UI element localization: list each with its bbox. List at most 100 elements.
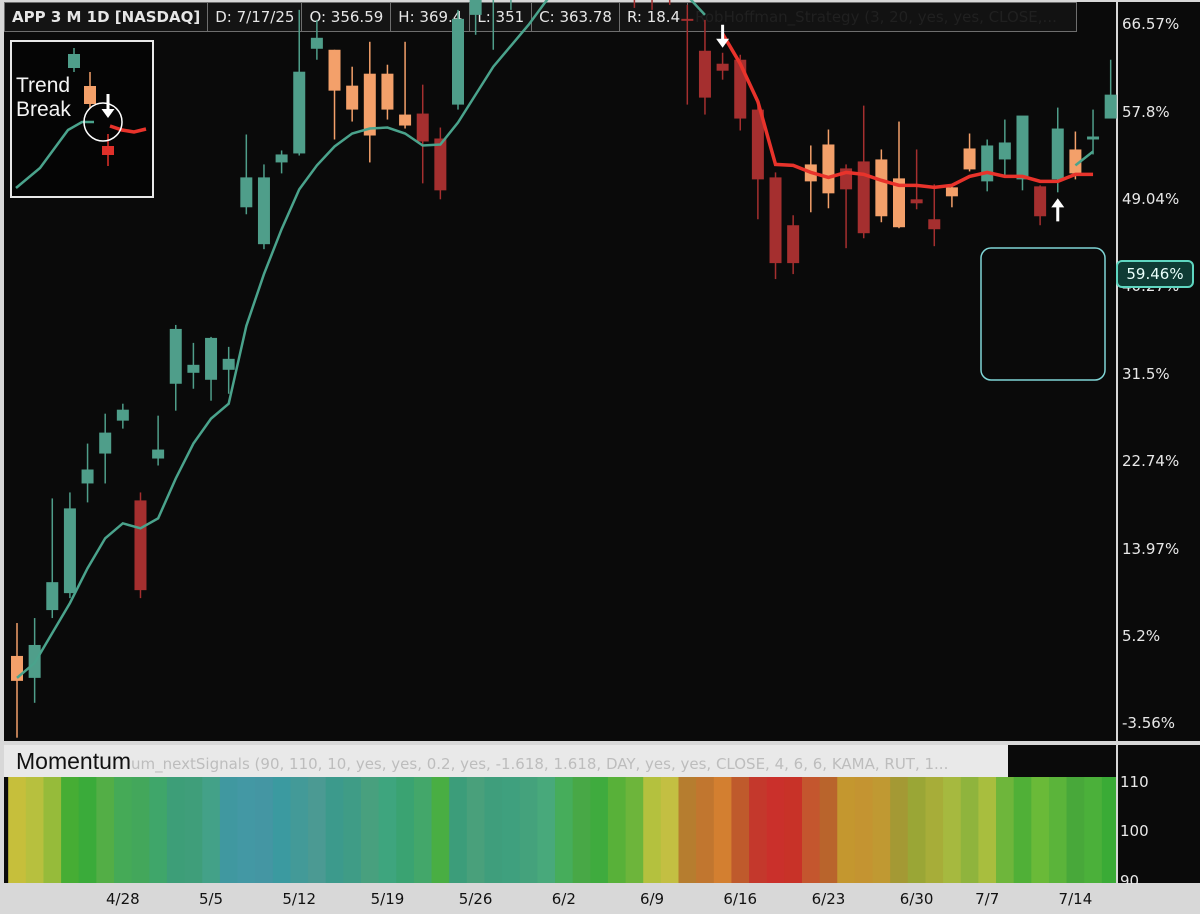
- momentum-cell: [766, 777, 785, 883]
- candle: [633, 0, 636, 8]
- candle-body: [416, 113, 429, 142]
- momentum-cell: [1066, 777, 1085, 883]
- candle-body: [1104, 94, 1117, 119]
- candle-body: [1016, 115, 1029, 180]
- candle: [1069, 131, 1082, 180]
- momentum-cell: [837, 777, 856, 883]
- candle-body: [822, 144, 835, 194]
- candle: [399, 41, 412, 129]
- candle-body: [434, 138, 447, 191]
- momentum-cell: [749, 777, 768, 883]
- momentum-cell: [484, 777, 503, 883]
- trend-break-line: [721, 32, 1094, 190]
- candle-body: [787, 225, 800, 264]
- momentum-cell: [149, 777, 168, 883]
- candle-body: [46, 582, 59, 611]
- date-tick-label: 4/28: [105, 890, 140, 908]
- date-axis[interactable]: [0, 884, 1200, 914]
- candle-body: [257, 177, 270, 245]
- candle-body: [222, 358, 235, 370]
- momentum-cell: [872, 777, 891, 883]
- candle-body: [981, 145, 994, 182]
- candle-body: [769, 177, 782, 264]
- momentum-cell: [960, 777, 979, 883]
- candle-body: [1034, 186, 1047, 217]
- candle-body: [240, 177, 253, 208]
- candle-body: [945, 187, 958, 197]
- momentum-cell: [590, 777, 609, 883]
- candle-body: [116, 409, 129, 421]
- candle-body: [963, 148, 976, 170]
- date-tick-label: 6/23: [811, 890, 846, 908]
- candle: [840, 164, 853, 249]
- candle-body: [328, 49, 341, 91]
- momentum-cell: [555, 777, 574, 883]
- momentum-cell: [801, 777, 821, 883]
- momentum-cell: [678, 777, 697, 883]
- candle-body: [698, 50, 711, 98]
- momentum-cell: [607, 777, 627, 883]
- momentum-cell: [1048, 777, 1068, 883]
- candle-body: [399, 114, 412, 126]
- momentum-cell: [308, 777, 327, 883]
- momentum-cell: [996, 777, 1015, 883]
- candle-body: [1087, 136, 1100, 140]
- candle: [804, 145, 817, 213]
- candle-body: [910, 199, 923, 204]
- inset-label-line1: Trend: [16, 74, 71, 97]
- date-tick-label: 6/16: [723, 890, 758, 908]
- date-tick-label: 5/19: [370, 890, 405, 908]
- momentum-cell: [1101, 777, 1120, 883]
- candle: [275, 150, 288, 174]
- candle-body: [169, 328, 182, 384]
- momentum-cell: [643, 777, 662, 883]
- momentum-cell: [907, 777, 926, 883]
- momentum-cell: [413, 777, 433, 883]
- momentum-cell: [43, 777, 62, 883]
- momentum-cell: [713, 777, 732, 883]
- candle: [893, 121, 905, 229]
- momentum-cell: [625, 777, 644, 883]
- candle-body: [875, 159, 888, 217]
- last-price-badge: 59.46%: [1116, 260, 1194, 288]
- candle: [1034, 185, 1047, 226]
- date-tick-label: 5/26: [458, 890, 493, 908]
- momentum-cell: [219, 777, 238, 883]
- buy-signal-arrow-icon: [1051, 198, 1065, 222]
- candle: [81, 443, 94, 503]
- candle: [205, 336, 218, 401]
- momentum-title-bar[interactable]: Momentumum_nextSignals (90, 110, 10, yes…: [4, 745, 1008, 777]
- candle: [668, 0, 671, 5]
- candle: [945, 184, 958, 208]
- inset-label-line2: Break: [16, 98, 71, 121]
- candle-body: [469, 0, 482, 15]
- momentum-cell: [537, 777, 556, 883]
- momentum-cell: [61, 777, 80, 883]
- momentum-cell: [731, 777, 750, 883]
- date-tick-label: 7/14: [1058, 890, 1093, 908]
- candle: [875, 149, 888, 223]
- momentum-cell: [378, 777, 397, 883]
- candle-body: [716, 63, 729, 71]
- momentum-cell: [449, 777, 468, 883]
- candle-body: [734, 59, 747, 119]
- momentum-cell: [1031, 777, 1050, 883]
- inset-candle-body: [102, 146, 114, 155]
- momentum-axis: [1118, 745, 1200, 883]
- momentum-cell: [396, 777, 415, 883]
- candle: [1104, 59, 1117, 119]
- candle: [63, 492, 76, 599]
- momentum-cell: [96, 777, 115, 883]
- candle: [416, 84, 429, 184]
- candle: [822, 129, 835, 209]
- candle-body: [1051, 128, 1064, 180]
- momentum-cell: [272, 777, 291, 883]
- momentum-cell: [572, 777, 591, 883]
- momentum-cell: [360, 777, 380, 883]
- momentum-cell: [854, 777, 874, 883]
- momentum-title: Momentum: [16, 748, 132, 774]
- momentum-cell: [819, 777, 838, 883]
- candle: [651, 0, 653, 10]
- candle: [998, 119, 1011, 178]
- candle-body: [275, 154, 288, 163]
